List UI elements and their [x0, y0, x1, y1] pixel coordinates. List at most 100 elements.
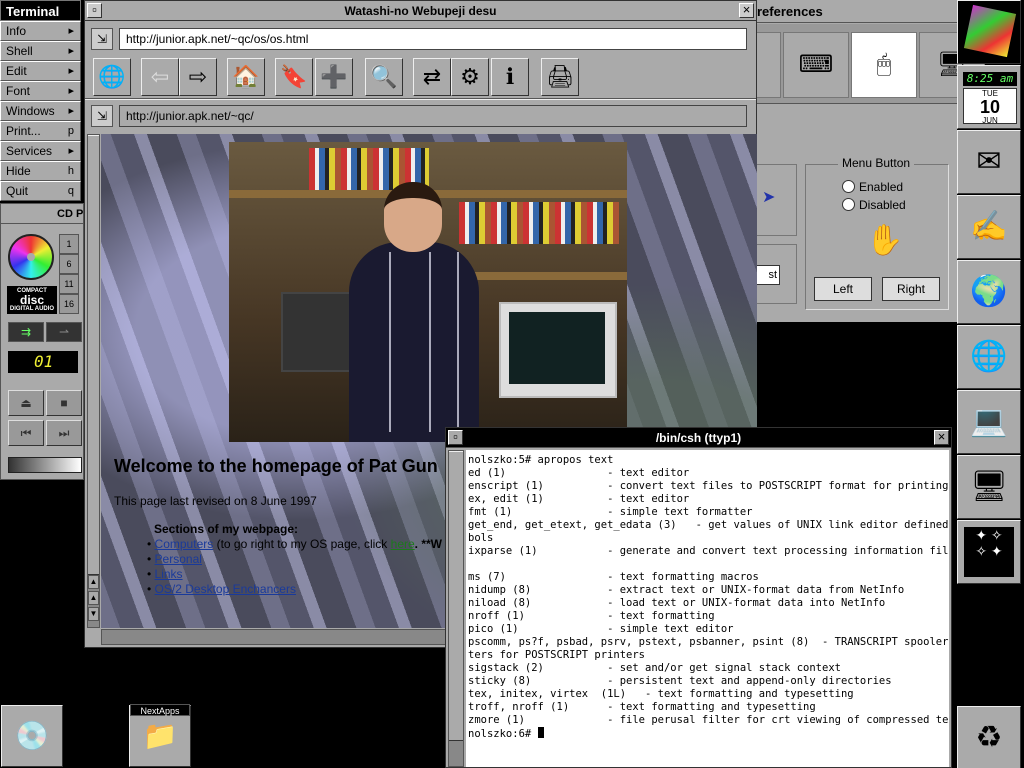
add-bookmark-icon[interactable]: ➕: [315, 58, 353, 96]
omniweb-icon[interactable]: 🌐: [957, 325, 1021, 389]
info-icon[interactable]: ℹ: [491, 58, 529, 96]
bookmark-icon[interactable]: 🔖: [275, 58, 313, 96]
close-button[interactable]: ×: [934, 430, 949, 445]
terminal-scroll-knob[interactable]: [449, 451, 463, 741]
browser-titlebar[interactable]: ▫ Watashi-no Webupeji desu ×: [85, 1, 756, 21]
terminal-line: zmore (1) - file perusal filter for crt …: [468, 714, 949, 726]
sections-label: Sections of my webpage:: [154, 522, 299, 536]
menu-item-hide[interactable]: Hide h: [0, 161, 81, 181]
track-button[interactable]: 6: [59, 254, 79, 274]
submenu-arrow-icon: ▸: [68, 45, 74, 57]
submenu-arrow-icon: ▸: [68, 145, 74, 157]
repeat-mode-icon[interactable]: ⇉: [8, 322, 44, 342]
search-icon[interactable]: 🔍: [365, 58, 403, 96]
recycler-icon[interactable]: ♻: [957, 706, 1021, 768]
speed-box: ➤: [755, 164, 797, 236]
track-button[interactable]: 1: [59, 234, 79, 254]
menu-item-label: Info: [6, 24, 27, 38]
edit-pencil-icon[interactable]: ✍: [957, 195, 1021, 259]
shuffle-mode-icon[interactable]: ⇀: [46, 322, 82, 342]
gear-icon[interactable]: ⚙: [451, 58, 489, 96]
menu-item-label: Windows: [6, 104, 55, 118]
person-head: [384, 182, 442, 252]
link-links[interactable]: Links: [155, 567, 183, 581]
track-button[interactable]: 11: [59, 274, 79, 294]
menu-item-print[interactable]: Print... p: [0, 121, 81, 141]
base-url-field: http://junior.apk.net/~qc/: [119, 105, 747, 127]
terminal-line: ixparse (1) - generate and convert text …: [468, 545, 949, 557]
miniaturize-button[interactable]: ▫: [87, 3, 102, 18]
link-computers[interactable]: Computers: [155, 537, 214, 551]
scroll-down-arrow-icon[interactable]: ▼: [88, 607, 99, 621]
left-button[interactable]: Left: [814, 277, 872, 301]
menu-item-font[interactable]: Font ▸: [0, 81, 81, 101]
scroll-top-arrow-icon[interactable]: ▲: [88, 591, 99, 605]
test-field[interactable]: st: [756, 265, 780, 285]
submenu-arrow-icon: ▸: [68, 65, 74, 77]
terminal-monitor-icon[interactable]: 🖥: [957, 455, 1021, 519]
link-here[interactable]: here: [391, 537, 415, 551]
miniaturize-button[interactable]: ▫: [448, 430, 463, 445]
mouse-icon[interactable]: 🖱: [851, 32, 917, 98]
cd-player-title: CD P: [1, 204, 83, 224]
menu-item-edit[interactable]: Edit ▸: [0, 61, 81, 81]
terminal-titlebar[interactable]: ▫ /bin/csh (ttyp1) ×: [446, 428, 951, 448]
dock: 8:25 am TUE 10 JUN ✉ ✍ 🌍 🌐 💻 🖥 ✦ ✧ ✧ ✦ ♻: [957, 0, 1024, 768]
menu-item-quit[interactable]: Quit q: [0, 181, 81, 201]
cd-music-icon[interactable]: 💿: [1, 705, 63, 767]
globe-keyhole-icon[interactable]: 🌍: [957, 260, 1021, 324]
list-item: • OS/2 Desktop Enchancers: [147, 582, 296, 596]
menu-item-services[interactable]: Services ▸: [0, 141, 81, 161]
next-cube-icon[interactable]: [957, 0, 1021, 64]
vertical-scroll-knob[interactable]: [88, 135, 99, 575]
menu-item-shell[interactable]: Shell ▸: [0, 41, 81, 61]
close-button[interactable]: ×: [739, 3, 754, 18]
print-icon[interactable]: 🖨: [541, 58, 579, 96]
next-track-icon[interactable]: ⏭: [46, 420, 82, 446]
track-button[interactable]: 16: [59, 294, 79, 314]
terminal-line: tex, initex, virtex (1L) - text formatti…: [468, 688, 854, 700]
menu-item-label: Print...: [6, 124, 41, 138]
terminal-output[interactable]: nolszko:5# apropos text ed (1) - text edi…: [466, 450, 949, 767]
track-display: 01: [8, 351, 78, 373]
home-icon[interactable]: 🏠: [227, 58, 265, 96]
right-button[interactable]: Right: [882, 277, 940, 301]
previous-track-icon[interactable]: ⏮: [8, 420, 44, 446]
link-icon[interactable]: ⇲: [91, 28, 113, 50]
black-monitor: [281, 292, 355, 372]
reload-arrows-icon[interactable]: ⇄: [413, 58, 451, 96]
globe-icon[interactable]: 🌐: [93, 58, 131, 96]
terminal-scrollbar[interactable]: [448, 450, 464, 767]
sweater-stripe: [429, 252, 431, 432]
back-arrow-icon[interactable]: ⇦: [141, 58, 179, 96]
text-cursor: [537, 727, 544, 738]
clock-tile[interactable]: 8:25 am TUE 10 JUN: [957, 65, 1021, 129]
radio-disabled[interactable]: Disabled: [842, 197, 906, 213]
desktop: references ✎ ⌨ 🖱 🖥 ➤ st Menu Button Enab…: [0, 0, 1024, 768]
menu-item-label: Shell: [6, 44, 33, 58]
link-os2[interactable]: OS/2 Desktop Enchancers: [155, 582, 296, 596]
link-personal[interactable]: Personal: [155, 552, 202, 566]
compact-disc-logo: COMPACT disc DIGITAL AUDIO: [7, 286, 57, 314]
volume-slider[interactable]: [8, 457, 82, 473]
keyboard-icon[interactable]: ⌨: [783, 32, 849, 98]
forward-arrow-icon[interactable]: ⇨: [179, 58, 217, 96]
stop-icon[interactable]: ■: [46, 390, 82, 416]
radio-enabled[interactable]: Enabled: [842, 179, 903, 195]
vertical-scrollbar[interactable]: ▲ ▲ ▼: [87, 134, 100, 628]
menu-item-label: Font: [6, 84, 31, 98]
terminal-line: fmt (1) - simple text formatter: [468, 506, 753, 518]
scroll-up-arrow-icon[interactable]: ▲: [88, 575, 99, 589]
terminal-lines: nolszko:5# apropos text ed (1) - text edi…: [468, 454, 949, 727]
base-link-icon[interactable]: ⇲: [91, 105, 113, 127]
preferences-title: references: [745, 0, 957, 23]
menu-item-windows[interactable]: Windows ▸: [0, 101, 81, 121]
eject-icon[interactable]: ⏏: [8, 390, 44, 416]
url-field[interactable]: http://junior.apk.net/~qc/os/os.html: [119, 28, 747, 50]
mail-icon[interactable]: ✉: [957, 130, 1021, 194]
browser-title: Watashi-no Webupeji desu: [344, 4, 497, 18]
stars-icon[interactable]: ✦ ✧ ✧ ✦: [957, 520, 1021, 584]
menu-item-info[interactable]: Info ▸: [0, 21, 81, 41]
workstation-icon[interactable]: 💻: [957, 390, 1021, 454]
